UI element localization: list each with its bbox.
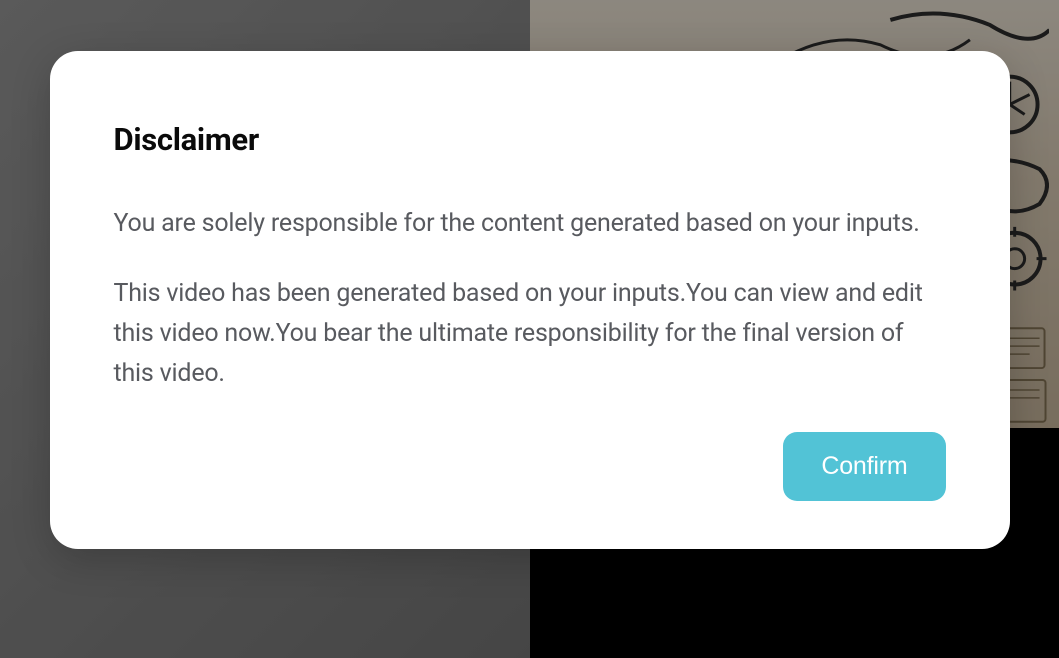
disclaimer-modal: Disclaimer You are solely responsible fo… [50,51,1010,549]
disclaimer-text-2: This video has been generated based on y… [114,274,946,394]
modal-overlay: Disclaimer You are solely responsible fo… [0,0,1059,658]
disclaimer-text-1: You are solely responsible for the conte… [114,204,946,244]
modal-body: You are solely responsible for the conte… [114,204,946,394]
modal-title: Disclaimer [114,121,946,158]
confirm-button[interactable]: Confirm [783,432,945,501]
modal-footer: Confirm [114,432,946,501]
